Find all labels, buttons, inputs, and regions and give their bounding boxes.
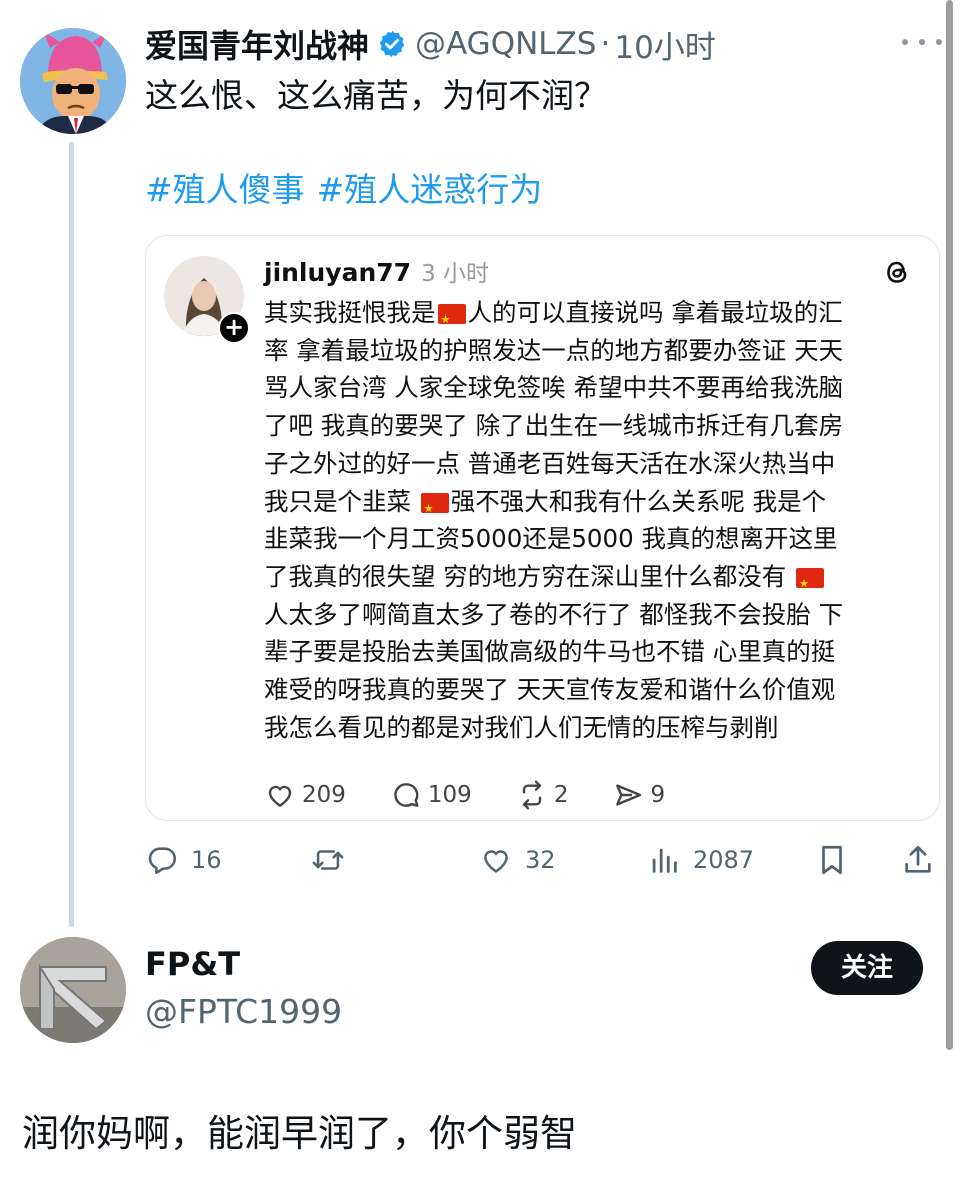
embedded-text-segment: 骂人家台湾 人家全球免签唉 希望中共不要再给我洗脑 bbox=[264, 373, 844, 403]
author-name[interactable]: 爱国青年刘战神 bbox=[145, 21, 369, 67]
embedded-text-segment: 率 拿着最垃圾的护照发达一点的地方都要办签证 天天 bbox=[264, 335, 844, 365]
retweet-button[interactable] bbox=[311, 838, 357, 882]
china-flag-icon bbox=[420, 490, 449, 527]
embedded-like: 209 bbox=[264, 779, 346, 811]
embedded-text-line: 人太多了啊简直太多了卷的不行了 都怪我不会投胎 下 bbox=[264, 596, 924, 634]
embedded-text-segment: 人太多了啊简直太多了卷的不行了 都怪我不会投胎 下 bbox=[264, 599, 844, 629]
embedded-text-segment: 韭菜我一个月工资5000还是5000 我真的想离开这里 bbox=[264, 524, 838, 554]
repost-icon bbox=[522, 780, 542, 810]
embedded-like-count: 209 bbox=[302, 782, 346, 808]
embedded-text-line: 我只是个韭菜 强不强大和我有什么关系呢 我是个 bbox=[264, 483, 924, 528]
bookmark-button[interactable] bbox=[815, 838, 849, 882]
embedded-text-line: 辈子要是投胎去美国做高级的牛马也不错 心里真的挺 bbox=[264, 633, 924, 671]
heart-icon bbox=[268, 785, 292, 808]
reply-count: 16 bbox=[191, 846, 222, 874]
embedded-share: 9 bbox=[612, 779, 665, 811]
embedded-actions: 209 109 2 9 bbox=[264, 779, 709, 811]
share-icon bbox=[905, 845, 931, 873]
embedded-text-segment: 人的可以直接说吗 拿着最垃圾的汇 bbox=[467, 298, 843, 327]
views-button[interactable]: 2087 bbox=[647, 838, 754, 882]
more-options-icon[interactable] bbox=[902, 30, 942, 54]
embedded-text-segment: 其实我挺恨我是 bbox=[264, 298, 436, 327]
post-header: 爱国青年刘战神 @AGQNLZS · 10小时 bbox=[145, 22, 716, 66]
like-button[interactable]: 32 bbox=[479, 838, 556, 882]
china-flag-icon bbox=[437, 301, 466, 339]
verified-badge-icon bbox=[377, 29, 407, 59]
embedded-username: jinluyan77 bbox=[264, 258, 412, 287]
post-text: 这么恨、这么痛苦，为何不润？ bbox=[145, 76, 607, 115]
post-time[interactable]: 10小时 bbox=[614, 22, 715, 67]
threads-logo-icon bbox=[881, 256, 913, 288]
reply-button[interactable]: 16 bbox=[145, 838, 222, 882]
follow-plus-icon: + bbox=[218, 312, 250, 344]
embedded-text-segment: 难受的呀我真的要哭了 天天宣传友爱和谐什么价值观 bbox=[264, 675, 836, 705]
embedded-time: 3 小时 bbox=[421, 261, 490, 287]
embedded-header: jinluyan77 3 小时 bbox=[264, 254, 489, 288]
views-count: 2087 bbox=[693, 846, 755, 874]
embedded-text-line: 率 拿着最垃圾的护照发达一点的地方都要办签证 天天 bbox=[264, 332, 924, 370]
like-icon bbox=[484, 850, 508, 873]
reply-author-avatar[interactable] bbox=[20, 937, 126, 1043]
embedded-text-line: 了吧 我真的要哭了 除了出生在一线城市拆迁有几套房 bbox=[264, 407, 924, 445]
like-count: 32 bbox=[525, 846, 556, 874]
embedded-text-line: 难受的呀我真的要哭了 天天宣传友爱和谐什么价值观 bbox=[264, 671, 924, 709]
separator-dot: · bbox=[600, 26, 611, 62]
follow-button[interactable]: 关注 bbox=[811, 941, 923, 995]
reply-author-handle[interactable]: @FPTC1999 bbox=[145, 992, 342, 1031]
embedded-comment-count: 109 bbox=[427, 782, 472, 808]
author-avatar[interactable] bbox=[20, 28, 126, 134]
embedded-text: 其实我挺恨我是 人的可以直接说吗 拿着最垃圾的汇率 拿着最垃圾的护照发达一点的地方… bbox=[264, 294, 924, 746]
author-handle[interactable]: @AGQNLZS bbox=[415, 26, 596, 62]
hashtags: #殖人傻事 #殖人迷惑行为 bbox=[145, 166, 554, 214]
embedded-text-line: 了我真的很失望 穷的地方穷在深山里什么都没有 bbox=[264, 558, 924, 603]
embedded-text-segment: 我怎么看见的都是对我们人们无情的压榨与剥削 bbox=[264, 712, 779, 742]
reply-author-name[interactable]: FP&T bbox=[145, 945, 240, 983]
hashtag-link[interactable]: #殖人傻事 bbox=[145, 170, 305, 209]
bookmark-icon bbox=[822, 845, 842, 875]
embedded-text-line: 我怎么看见的都是对我们人们无情的压榨与剥削 bbox=[264, 709, 924, 747]
embedded-repost-count: 2 bbox=[553, 782, 569, 808]
china-flag-icon bbox=[796, 565, 825, 603]
retweet-icon bbox=[312, 850, 344, 870]
share-button[interactable] bbox=[901, 838, 935, 882]
comment-icon bbox=[394, 783, 419, 807]
embedded-text-segment: 了我真的很失望 穷的地方穷在深山里什么都没有 bbox=[264, 561, 795, 591]
reply-text: 润你妈啊，能润早润了，你个弱智 bbox=[22, 1112, 577, 1155]
hashtag-link[interactable]: #殖人迷惑行为 bbox=[317, 170, 543, 209]
embedded-text-line: 骂人家台湾 人家全球免签唉 希望中共不要再给我洗脑 bbox=[264, 369, 924, 407]
reply-icon bbox=[148, 847, 177, 875]
post-actions: 16 32 2087 bbox=[145, 838, 940, 882]
embedded-repost: 2 bbox=[516, 779, 569, 811]
views-chart-icon bbox=[652, 848, 677, 873]
thread-connector-line bbox=[69, 142, 74, 927]
embedded-comment: 109 bbox=[390, 779, 472, 811]
timeline: 爱国青年刘战神 @AGQNLZS · 10小时 这么恨、这么痛苦，为何不润？ #… bbox=[0, 0, 961, 1200]
embedded-text-segment: 我只是个韭菜 bbox=[264, 486, 419, 516]
embedded-text-segment: 了吧 我真的要哭了 除了出生在一线城市拆迁有几套房 bbox=[264, 411, 844, 441]
embedded-screenshot-card[interactable]: + jinluyan77 3 小时 其实我挺恨我是 人的可以直接说吗 拿着最垃圾的… bbox=[145, 235, 940, 821]
embedded-text-line: 韭菜我一个月工资5000还是5000 我真的想离开这里 bbox=[264, 520, 924, 558]
embedded-text-line: 其实我挺恨我是 人的可以直接说吗 拿着最垃圾的汇 bbox=[264, 294, 924, 339]
scrollbar[interactable] bbox=[946, 0, 953, 1050]
send-icon bbox=[616, 784, 642, 806]
embedded-text-line: 子之外过的好一点 普通老百姓每天活在水深火热当中 bbox=[264, 445, 924, 483]
embedded-text-segment: 强不强大和我有什么关系呢 我是个 bbox=[450, 486, 827, 516]
embedded-text-segment: 子之外过的好一点 普通老百姓每天活在水深火热当中 bbox=[264, 448, 836, 478]
embedded-text-segment: 辈子要是投胎去美国做高级的牛马也不错 心里真的挺 bbox=[264, 637, 836, 667]
embedded-share-count: 9 bbox=[650, 782, 666, 808]
